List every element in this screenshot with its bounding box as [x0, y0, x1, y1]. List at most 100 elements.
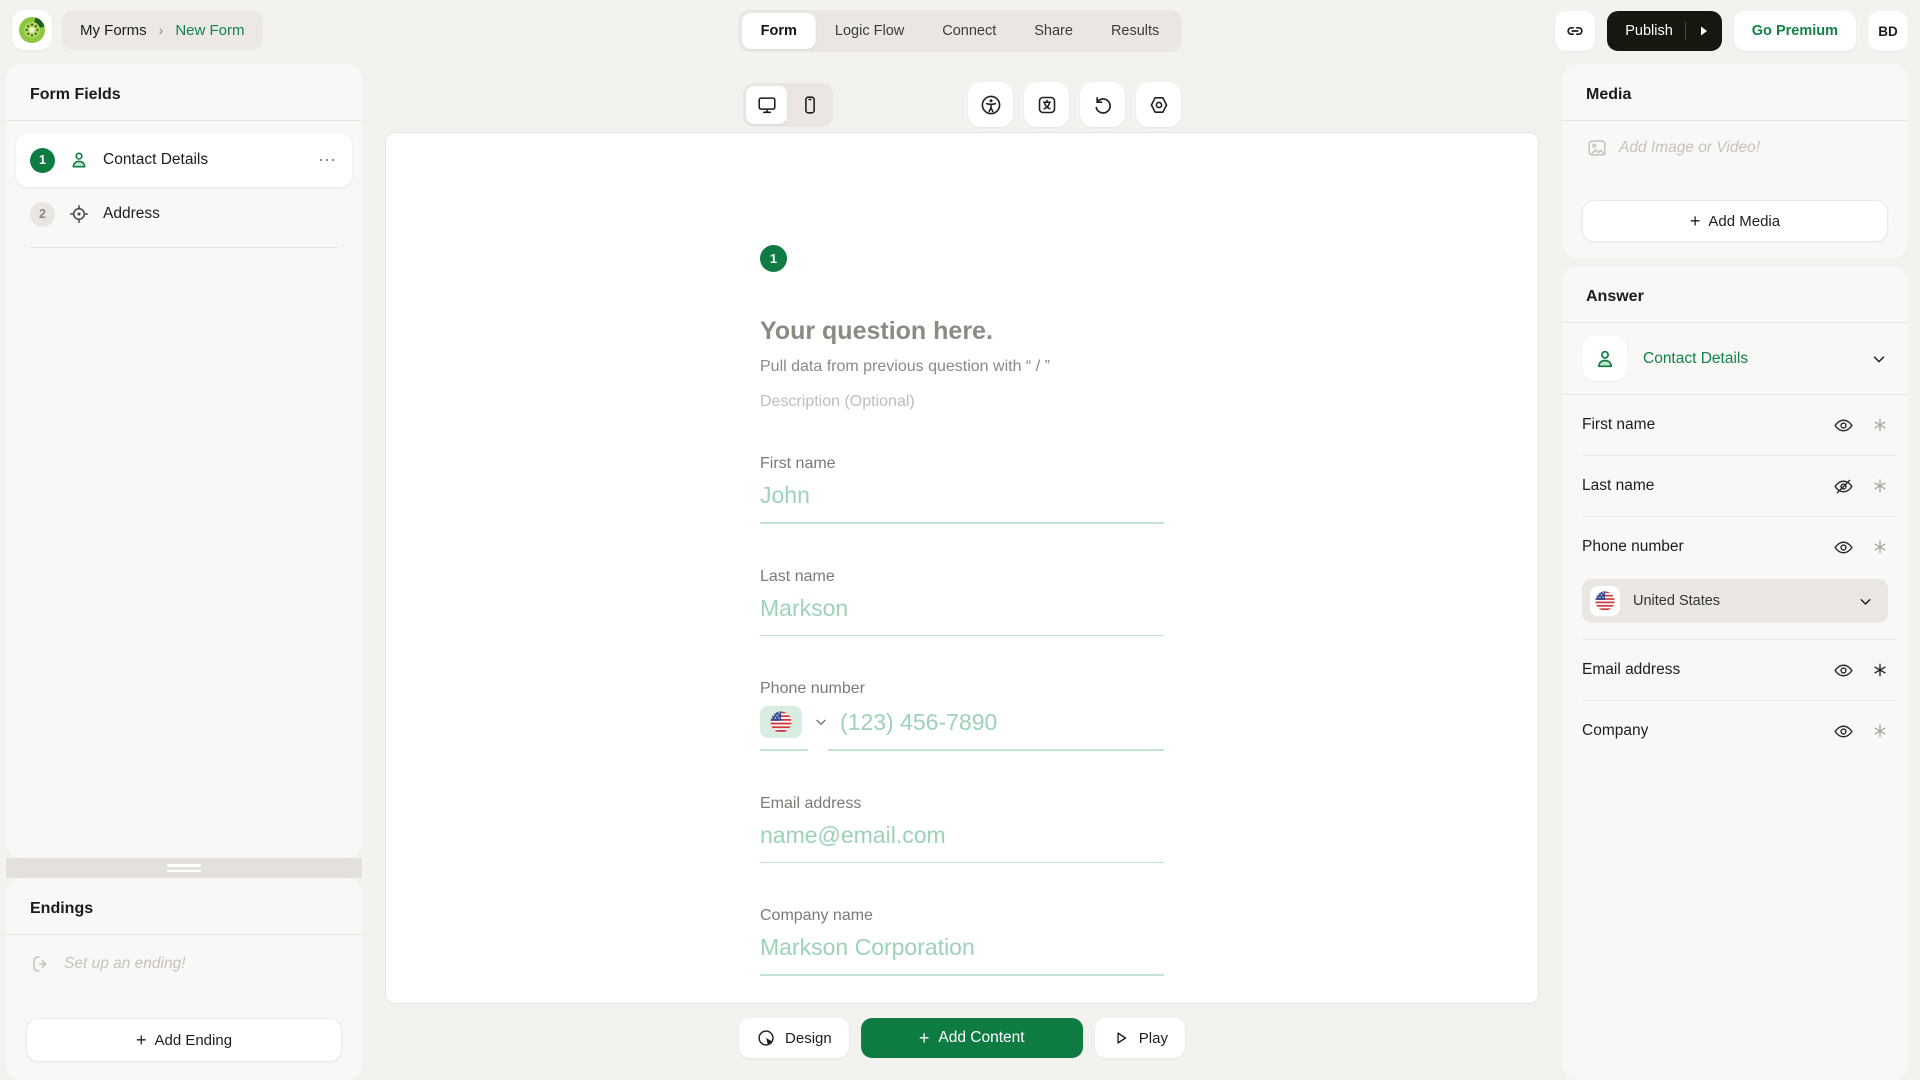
last-name-input[interactable]: Markson: [760, 595, 1164, 622]
input-underline: [760, 635, 1164, 637]
question-hint-text: Pull data from previous question with “ …: [760, 358, 1164, 376]
media-empty-text: Add Image or Video!: [1619, 139, 1760, 157]
breadcrumb: My Forms › New Form: [62, 10, 263, 50]
breadcrumb-current-form: New Form: [175, 22, 244, 39]
required-asterisk-icon[interactable]: [1872, 539, 1888, 555]
input-underline: [760, 862, 1164, 864]
publish-divider: [1685, 22, 1686, 40]
answer-block-contact-details[interactable]: Contact Details: [1562, 323, 1908, 394]
endings-panel: Endings Set up an ending! + Add Ending: [6, 878, 362, 1080]
form-preview-card: 1 Your question here. Pull data from pre…: [385, 132, 1539, 1004]
add-content-label: Add Content: [938, 1029, 1024, 1047]
email-field: Email address name@email.com: [760, 795, 1164, 864]
visibility-eye-icon[interactable]: [1833, 721, 1854, 742]
email-input[interactable]: name@email.com: [760, 822, 1164, 849]
sidebar-item-contact-details[interactable]: 1 Contact Details ⋯: [16, 133, 352, 187]
us-flag-icon: [769, 710, 793, 734]
design-icon: [756, 1028, 776, 1048]
person-icon: [1582, 336, 1627, 381]
add-media-button[interactable]: + Add Media: [1582, 200, 1888, 242]
question-title-input[interactable]: Your question here.: [760, 317, 1164, 346]
go-premium-button[interactable]: Go Premium: [1734, 11, 1856, 51]
tab-form[interactable]: Form: [742, 13, 816, 49]
answer-row-label: Email address: [1582, 661, 1833, 679]
form-fields-title: Form Fields: [6, 64, 362, 120]
kiwi-logo-icon: [17, 15, 47, 45]
add-content-button[interactable]: + Add Content: [861, 1018, 1083, 1058]
required-asterisk-icon[interactable]: [1872, 662, 1888, 678]
first-name-input[interactable]: John: [760, 482, 1164, 509]
device-toggle: [743, 83, 833, 127]
panel-resize-gap: [6, 858, 362, 878]
required-asterisk-icon[interactable]: [1872, 723, 1888, 739]
visibility-eye-icon[interactable]: [1833, 415, 1854, 436]
answer-row-first-name: First name: [1562, 395, 1908, 455]
add-ending-button[interactable]: + Add Ending: [26, 1018, 342, 1062]
required-asterisk-icon[interactable]: [1872, 417, 1888, 433]
app-logo[interactable]: [12, 10, 52, 50]
visibility-eye-icon[interactable]: [1833, 660, 1854, 681]
right-sidebar: Media Add Image or Video! + Add Media An…: [1562, 64, 1908, 1080]
last-name-field: Last name Markson: [760, 568, 1164, 637]
input-underline: [760, 974, 1164, 976]
monitor-icon: [756, 94, 778, 116]
required-asterisk-icon[interactable]: [1872, 478, 1888, 494]
visibility-eye-off-icon[interactable]: [1833, 476, 1854, 497]
desktop-view-button[interactable]: [746, 86, 787, 124]
tab-share[interactable]: Share: [1015, 13, 1092, 49]
answer-row-label: Last name: [1582, 477, 1833, 495]
translate-icon: [1035, 93, 1059, 117]
play-button[interactable]: Play: [1095, 1018, 1185, 1058]
question-description-input[interactable]: Description (Optional): [760, 393, 1164, 411]
chevron-down-icon: [1870, 350, 1888, 368]
breadcrumb-my-forms[interactable]: My Forms: [80, 22, 147, 39]
play-icon: [1112, 1029, 1130, 1047]
company-field: Company name Markson Corporation: [760, 907, 1164, 976]
settings-button[interactable]: [1136, 82, 1181, 127]
publish-arrow-icon: [1698, 25, 1710, 37]
tab-results[interactable]: Results: [1092, 13, 1178, 49]
country-flag-button[interactable]: [760, 706, 802, 738]
design-button[interactable]: Design: [739, 1018, 849, 1058]
field-label: Company name: [760, 907, 1164, 925]
country-select-dropdown[interactable]: United States: [1582, 579, 1888, 623]
resize-handle[interactable]: [167, 864, 201, 872]
publish-button[interactable]: Publish: [1607, 11, 1722, 51]
media-title: Media: [1562, 64, 1908, 120]
visibility-eye-icon[interactable]: [1833, 537, 1854, 558]
field-label: Email address: [760, 795, 1164, 813]
chevron-down-icon[interactable]: [813, 714, 829, 730]
chevron-down-icon: [1857, 593, 1874, 610]
answer-row-last-name: Last name: [1562, 456, 1908, 516]
person-icon: [68, 149, 90, 171]
input-underline: [760, 522, 1164, 524]
phone-input[interactable]: (123) 456-7890: [840, 709, 997, 736]
field-label: First name: [760, 455, 1164, 473]
first-name-field: First name John: [760, 455, 1164, 524]
answer-panel: Answer Contact Details First name: [1562, 266, 1908, 1080]
main-nav-tabs: Form Logic Flow Connect Share Results: [739, 10, 1182, 52]
design-label: Design: [785, 1030, 832, 1047]
item-menu-icon[interactable]: ⋯: [318, 150, 338, 171]
play-label: Play: [1139, 1030, 1168, 1047]
plus-icon: +: [919, 1029, 930, 1047]
add-media-label: Add Media: [1708, 213, 1780, 230]
tab-logic-flow[interactable]: Logic Flow: [816, 13, 923, 49]
mobile-view-button[interactable]: [789, 86, 830, 124]
user-avatar[interactable]: BD: [1868, 11, 1908, 51]
tab-connect[interactable]: Connect: [923, 13, 1015, 49]
plus-icon: +: [136, 1031, 147, 1049]
answer-row-label: Company: [1582, 722, 1833, 740]
field-number-badge: 1: [30, 148, 55, 173]
sidebar-item-address[interactable]: 2 Address: [16, 187, 352, 241]
answer-row-company: Company: [1562, 701, 1908, 761]
form-fields-panel: Form Fields 1 Contact Details ⋯ 2: [6, 64, 362, 858]
copy-link-button[interactable]: [1555, 11, 1595, 51]
accessibility-button[interactable]: [968, 82, 1013, 127]
company-input[interactable]: Markson Corporation: [760, 934, 1164, 961]
plus-icon: +: [1690, 212, 1701, 230]
translate-button[interactable]: [1024, 82, 1069, 127]
phone-number-field: Phone number: [760, 680, 1164, 751]
undo-button[interactable]: [1080, 82, 1125, 127]
add-ending-label: Add Ending: [154, 1032, 232, 1049]
